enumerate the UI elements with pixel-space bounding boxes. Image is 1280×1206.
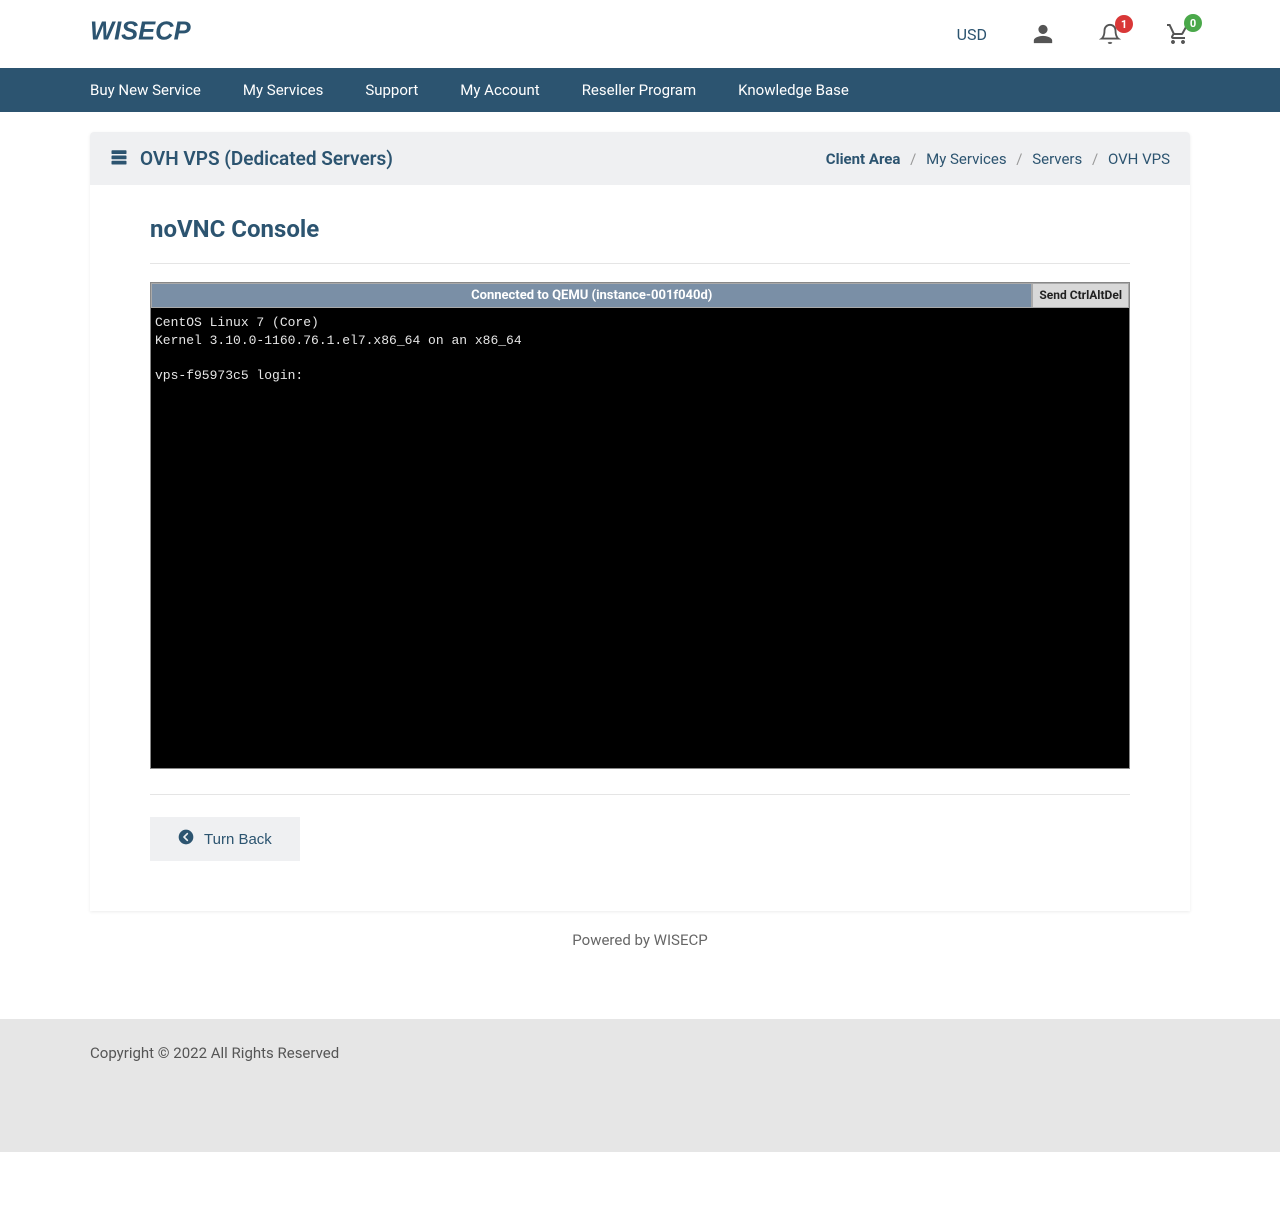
- logo-text: WISECP: [90, 18, 192, 46]
- breadcrumb-sep: /: [1092, 150, 1098, 168]
- cart-badge: 0: [1184, 14, 1202, 32]
- turn-back-label: Turn Back: [204, 831, 272, 848]
- terminal-line: Kernel 3.10.0-1160.76.1.el7.x86_64 on an…: [155, 333, 522, 348]
- turn-back-button[interactable]: Turn Back: [150, 817, 300, 861]
- terminal-line: vps-f95973c5 login:: [155, 368, 303, 383]
- terminal-line: CentOS Linux 7 (Core): [155, 315, 319, 330]
- section-title: noVNC Console: [150, 215, 1130, 243]
- footer-bar: Copyright © 2022 All Rights Reserved: [0, 1019, 1280, 1152]
- breadcrumb: Client Area / My Services / Servers / OV…: [826, 150, 1170, 168]
- breadcrumb-sep: /: [910, 150, 916, 168]
- main-nav: Buy New Service My Services Support My A…: [0, 68, 1280, 112]
- breadcrumb-my-services[interactable]: My Services: [926, 150, 1006, 168]
- footer-powered[interactable]: Powered by WISECP: [90, 911, 1190, 989]
- vnc-header: Connected to QEMU (instance-001f040d) Se…: [151, 283, 1129, 308]
- page-header: OVH VPS (Dedicated Servers) Client Area …: [90, 132, 1190, 185]
- nav-my-account[interactable]: My Account: [460, 68, 539, 112]
- cart-icon[interactable]: 0: [1166, 22, 1190, 46]
- breadcrumb-servers[interactable]: Servers: [1032, 150, 1082, 168]
- breadcrumb-sep: /: [1016, 150, 1022, 168]
- send-ctrlaltdel-button[interactable]: Send CtrlAltDel: [1032, 283, 1129, 308]
- page-container: OVH VPS (Dedicated Servers) Client Area …: [0, 112, 1280, 1019]
- server-icon: [110, 148, 128, 170]
- nav-reseller-program[interactable]: Reseller Program: [582, 68, 696, 112]
- copyright-text: Copyright © 2022 All Rights Reserved: [90, 1044, 339, 1062]
- vnc-terminal[interactable]: CentOS Linux 7 (Core) Kernel 3.10.0-1160…: [151, 308, 1129, 768]
- breadcrumb-client-area[interactable]: Client Area: [826, 150, 901, 168]
- header-right: USD 1 0: [957, 22, 1190, 46]
- vnc-console: Connected to QEMU (instance-001f040d) Se…: [150, 282, 1130, 769]
- breadcrumb-ovh-vps[interactable]: OVH VPS: [1108, 150, 1170, 168]
- nav-knowledge-base[interactable]: Knowledge Base: [738, 68, 849, 112]
- content: noVNC Console Connected to QEMU (instanc…: [90, 185, 1190, 911]
- divider: [150, 263, 1130, 264]
- divider: [150, 794, 1130, 795]
- notifications-icon[interactable]: 1: [1099, 23, 1121, 45]
- page-title: OVH VPS (Dedicated Servers): [140, 147, 393, 170]
- page-card: OVH VPS (Dedicated Servers) Client Area …: [90, 132, 1190, 911]
- page-title-wrap: OVH VPS (Dedicated Servers): [110, 147, 393, 170]
- logo[interactable]: WISECP: [90, 17, 285, 51]
- nav-support[interactable]: Support: [365, 68, 418, 112]
- user-icon[interactable]: [1032, 23, 1054, 45]
- currency-selector[interactable]: USD: [957, 25, 987, 44]
- notifications-badge: 1: [1115, 15, 1133, 33]
- vnc-status: Connected to QEMU (instance-001f040d): [151, 283, 1032, 308]
- nav-my-services[interactable]: My Services: [243, 68, 323, 112]
- top-header: WISECP USD 1 0: [0, 0, 1280, 68]
- nav-buy-new-service[interactable]: Buy New Service: [90, 68, 201, 112]
- arrow-left-icon: [178, 829, 194, 849]
